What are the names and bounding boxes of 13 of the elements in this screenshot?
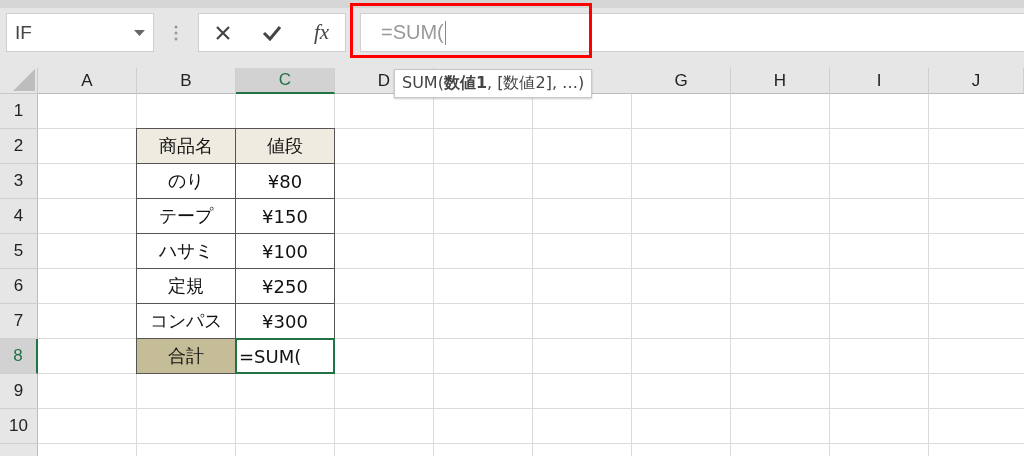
table-header-cell: 値段 [235, 128, 335, 164]
active-cell[interactable]: =SUM( [235, 338, 335, 374]
caret-icon [134, 29, 145, 36]
name-box[interactable]: IF [6, 13, 154, 52]
check-icon [262, 24, 283, 41]
table-header-cell: 商品名 [136, 128, 236, 164]
close-icon [214, 24, 231, 41]
column-header[interactable]: C [236, 68, 335, 94]
grip-icon [174, 25, 178, 41]
total-label-cell: 合計 [136, 338, 236, 374]
insert-function-button[interactable]: fx [310, 16, 334, 49]
function-tooltip: SUM(数値1, [数値2], …) [394, 69, 593, 98]
row-header[interactable]: 8 [0, 339, 38, 374]
